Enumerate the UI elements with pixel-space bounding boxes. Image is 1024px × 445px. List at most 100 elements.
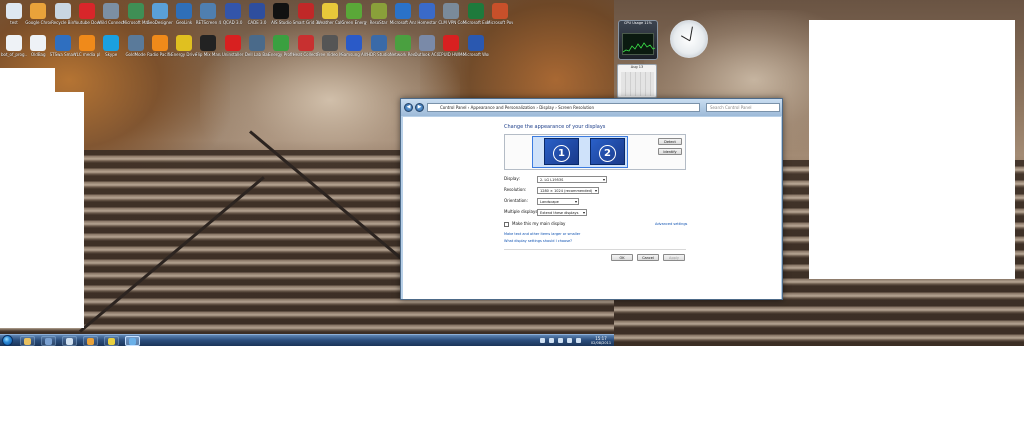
desktop-icon[interactable]: Microsoft Excel 2010 — [463, 3, 489, 33]
desktop-icon[interactable]: Skype — [99, 35, 123, 65]
vlc-icon — [78, 35, 95, 51]
desktop-icon[interactable]: Free Video MP4 & AVI — [317, 35, 343, 65]
desktop-icon[interactable]: Microsoft Mathematics — [123, 3, 149, 33]
desktop-icon[interactable]: Uninstaller — [221, 35, 245, 65]
desktop-icon[interactable]: Energy Drive — [171, 35, 197, 65]
uninstall-icon — [224, 35, 241, 51]
desktop-icon-label: AIS Studio — [271, 20, 292, 25]
desktop-icon[interactable]: CLM VPN Connector — [438, 3, 464, 33]
desktop-icon[interactable]: Weather Calculator — [317, 3, 343, 33]
resolution-select[interactable]: 1280 × 1024 (recommended) — [537, 187, 599, 194]
desktop-icon[interactable]: Google Chrome — [25, 3, 51, 33]
desktop-icon-label: Google Chrome — [25, 20, 51, 25]
orientation-select[interactable]: Landscape — [537, 198, 579, 205]
desktop-icon[interactable]: Flip Mix Manager — [195, 35, 221, 65]
desktop-icon[interactable]: STSwa SmartLit — [50, 35, 76, 65]
desktop-icon[interactable]: GeoDesigner 3.1 — [147, 3, 173, 33]
analysis-icon — [394, 3, 411, 19]
start-button[interactable] — [2, 335, 13, 346]
taskbar-button[interactable] — [104, 336, 119, 346]
taskbar-button[interactable] — [83, 336, 98, 346]
desktop-icon[interactable]: CPUID HWMonitor — [438, 35, 464, 65]
window-titlebar[interactable]: ◀ ▶ Control Panel › Appearance and Perso… — [401, 99, 782, 116]
desktop-icon[interactable]: RETScreen 4 — [195, 3, 222, 33]
display-settings-help-link[interactable]: What display settings should I choose? — [504, 239, 572, 244]
desktop-icon[interactable]: OldBag — [26, 35, 50, 65]
desktop-icon[interactable]: GoldMode — [124, 35, 148, 65]
tray-network-icon[interactable] — [549, 338, 554, 343]
desktop-icon[interactable]: CADE 3.0 — [245, 3, 269, 33]
desktop-icon-label: Green Energy — [341, 20, 368, 25]
desktop-icon[interactable]: QCAD 3.0 — [221, 3, 245, 33]
orientation-label: Orientation: — [504, 198, 528, 203]
desktop-icon-label: GoldMode — [125, 52, 146, 57]
cancel-button[interactable]: Cancel — [637, 254, 659, 261]
advanced-settings-link[interactable]: Advanced settings — [655, 222, 687, 227]
desktop-icon[interactable]: Microsoft PowerPoint — [487, 3, 513, 33]
ok-button[interactable]: OK — [611, 254, 633, 261]
outlook-icon — [419, 35, 436, 51]
document-icon — [30, 35, 47, 51]
desktop-icon[interactable]: Network Recording — [390, 35, 416, 65]
monitor-1-tile[interactable]: 1 — [544, 138, 579, 165]
tray-flag-icon[interactable] — [540, 338, 545, 343]
address-bar[interactable]: Control Panel › Appearance and Personali… — [427, 103, 700, 112]
detect-button[interactable]: Detect — [658, 138, 682, 145]
desktop-icon[interactable]: Microsoft Analysis — [390, 3, 416, 33]
tray-power-icon[interactable] — [567, 338, 572, 343]
desktop-icon[interactable]: Wild Connect — [98, 3, 124, 33]
calendar-gadget[interactable]: Aug 13 — [617, 64, 657, 98]
desktop-icon-label: Microsoft Word 2010 — [462, 52, 489, 57]
multiple-displays-select[interactable]: Extend these displays — [537, 209, 587, 216]
desktop-icon[interactable]: Smart Grid 3000 — [292, 3, 319, 33]
cpu-meter-graph — [622, 33, 656, 55]
desktop-icon-label: ResoStar — [369, 20, 388, 25]
desktop-icon[interactable]: Heat Collect PV Calculator — [293, 35, 319, 65]
desktop-icon[interactable]: AIS Studio — [269, 3, 293, 33]
desktop-icon[interactable]: Homestar — [415, 3, 439, 33]
desktop-icon-label: RETScreen 4 — [195, 20, 222, 25]
screenshot-canvas: test Google ChromeRecycle BinYoutube Down… — [0, 0, 1024, 445]
desktop-icon[interactable]: Youtube Download. — [74, 3, 100, 33]
desktop-icon[interactable]: HDR Studio — [367, 35, 391, 65]
search-input[interactable]: Search Control Panel — [706, 103, 780, 112]
desktop-icon[interactable]: Microsoft Word 2010 — [462, 35, 489, 65]
tray-show-desktop-icon[interactable] — [576, 338, 581, 343]
main-display-checkbox[interactable] — [504, 222, 509, 227]
desktop-icon[interactable]: GeoLink — [172, 3, 196, 33]
clock-gadget[interactable] — [670, 20, 708, 58]
monitor-2-tile[interactable]: 2 — [590, 138, 625, 165]
desktop-icon[interactable]: ResoStar — [367, 3, 391, 33]
desktop-icon[interactable]: Samsung AllShare — [341, 35, 367, 65]
taskbar-clock-date[interactable]: 02/08/2011 — [588, 341, 614, 346]
desktop-icon[interactable]: Energy Profits Calculator — [268, 35, 294, 65]
desktop-icon[interactable]: Outlook ACO — [414, 35, 440, 65]
cpu-meter-gadget[interactable]: CPU Usage 11% — [618, 20, 658, 60]
display-select[interactable]: 2. LG L1953S — [537, 176, 607, 183]
screen-resolution-window[interactable]: ◀ ▶ Control Panel › Appearance and Perso… — [400, 98, 783, 300]
desktop-icon[interactable]: Dell Lab Bar — [245, 35, 269, 65]
desktop-icon[interactable]: VLC media player — [74, 35, 100, 65]
youtube-downloader-icon — [78, 3, 95, 19]
desktop-icon[interactable]: test — [2, 3, 26, 33]
apply-button[interactable]: Apply — [663, 254, 685, 261]
taskbar-button[interactable] — [20, 336, 35, 346]
heat-icon — [297, 35, 314, 51]
desktop-icon[interactable]: Radio Pacific — [147, 35, 172, 65]
desktop-icon[interactable]: Recycle Bin — [51, 3, 75, 33]
text-size-link[interactable]: Make text and other items larger or smal… — [504, 232, 580, 237]
desktop-icon[interactable]: Green Energy — [341, 3, 368, 33]
computer-icon — [6, 3, 22, 19]
taskbar-button[interactable] — [125, 336, 140, 346]
globe-icon — [176, 3, 193, 19]
identify-button[interactable]: Identify — [658, 148, 682, 155]
desktop-icon[interactable]: bot_of_prog... — [1, 35, 27, 65]
desktop-icon-label: Recycle Bin — [51, 20, 75, 25]
back-button[interactable]: ◀ — [404, 103, 413, 112]
desktop-icon-label: Smart Grid 3000 — [292, 20, 319, 25]
taskbar-button[interactable] — [62, 336, 77, 346]
forward-button[interactable]: ▶ — [415, 103, 424, 112]
homestar-icon — [419, 3, 436, 19]
tray-volume-icon[interactable] — [558, 338, 563, 343]
taskbar-button[interactable] — [41, 336, 56, 346]
